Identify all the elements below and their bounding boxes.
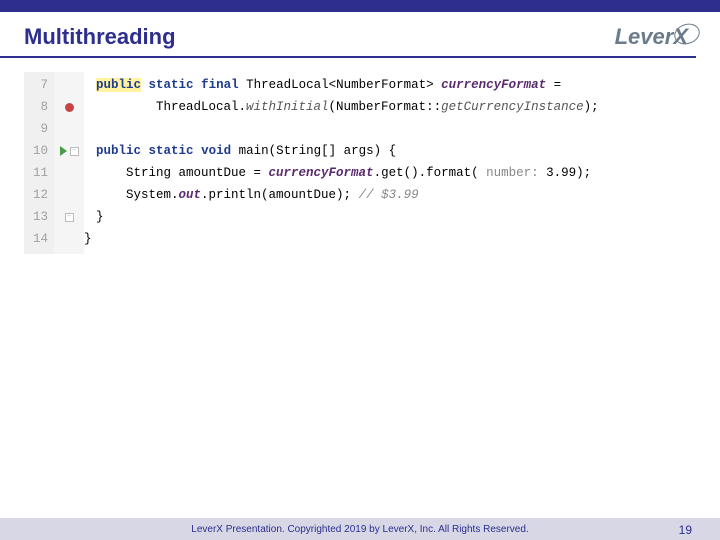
brand-logo: LeverX [615,24,696,50]
code-line-10: public static void main(String[] args) { [96,140,599,162]
run-arrow-icon[interactable] [60,146,67,156]
code-line-12: System.out.println(amountDue); // $3.99 [96,184,599,206]
line-number: 13 [30,206,48,228]
slide-header: Multithreading LeverX [0,12,720,56]
line-number: 12 [30,184,48,206]
footer-bar: LeverX Presentation. Copyrighted 2019 by… [0,518,720,540]
title-underline [0,56,696,58]
fold-close-icon[interactable]: – [65,213,74,222]
top-accent-bar [0,0,720,12]
line-number: 7 [30,74,48,96]
slide-title: Multithreading [24,24,176,50]
page-number: 19 [679,523,692,537]
footer-text: LeverX Presentation. Copyrighted 2019 by… [191,524,528,535]
fold-open-icon[interactable]: – [70,147,79,156]
code-line-8: ThreadLocal.withInitial(NumberFormat::ge… [96,96,599,118]
line-number: 9 [30,118,48,140]
line-number: 10 [30,140,48,162]
code-line-11: String amountDue = currencyFormat.get().… [96,162,599,184]
gutter-icons: – – [54,72,84,254]
code-line-14: } [84,228,599,250]
code-viewer: 7 8 9 10 11 12 13 14 – – public static f… [24,72,720,254]
code-line-9 [96,118,599,140]
line-number: 11 [30,162,48,184]
line-number: 8 [30,96,48,118]
breakpoint-icon[interactable] [65,103,74,112]
code-line-7: public static final ThreadLocal<NumberFo… [96,74,599,96]
line-number: 14 [30,228,48,250]
line-number-gutter: 7 8 9 10 11 12 13 14 [24,72,54,254]
code-lines: public static final ThreadLocal<NumberFo… [84,72,599,254]
code-line-13: } [96,206,599,228]
